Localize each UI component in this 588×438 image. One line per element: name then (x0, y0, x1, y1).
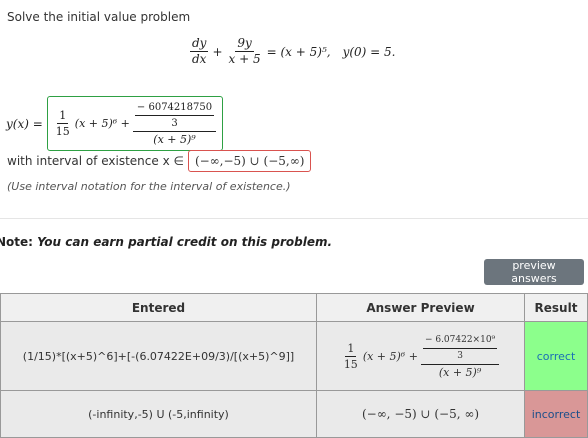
interval-answer-box[interactable]: (−∞,−5) ∪ (−5,∞) (187, 150, 312, 172)
term1-numerator: 1 (57, 109, 69, 124)
term2-numerator: − 6074218750 3 (132, 100, 217, 132)
section-divider (0, 218, 588, 219)
preview-a-rest: (x + 5)⁶ + (362, 349, 418, 363)
preview-cell: 1 15 (x + 5)⁶ + − 6.07422×10⁹ 3 (x + 5)⁹ (316, 321, 525, 391)
interval-label: with interval of existence x ∈ (7, 154, 184, 168)
preview-math: 1 15 (x + 5)⁶ + − 6.07422×10⁹ 3 (x + 5)⁹ (342, 333, 500, 380)
term1-rest: (x + 5)⁶ + (74, 117, 130, 130)
dx-denominator: dx (192, 52, 207, 66)
preview-b-top: − 6.07422×10⁹ (422, 333, 498, 349)
table-row: (1/15)*[(x+5)^6]+[-(6.07422E+09/3)/[(x+5… (0, 321, 588, 391)
preview-b-mid: 3 (457, 350, 463, 361)
plus-sign: + (212, 44, 223, 59)
preview-b-fraction: − 6.07422×10⁹ 3 (x + 5)⁹ (420, 333, 500, 380)
entered-cell: (-infinity,-5) U (-5,infinity) (0, 390, 317, 438)
term2-numerator-bottom: 3 (171, 118, 178, 129)
note-text: You can earn partial credit on this prob… (37, 235, 333, 249)
header-entered: Entered (0, 293, 317, 322)
niney-numerator: 9y (235, 36, 254, 52)
initial-condition: y(0) = 5. (342, 44, 396, 59)
preview-answers-button[interactable]: preview answers (484, 259, 584, 285)
interval-hint: (Use interval notation for the interval … (7, 180, 291, 193)
ode-rhs: = (x + 5)⁵, (266, 44, 331, 59)
preview-cell: (−∞, −5) ∪ (−5, ∞) (316, 390, 525, 438)
one-fifteenth-fraction: 1 15 (54, 108, 72, 139)
term1-denominator: 15 (55, 125, 70, 138)
header-answer-preview: Answer Preview (316, 293, 525, 322)
ode-equation: dy dx + 9y x + 5 = (x + 5)⁵, y(0) = 5. (190, 36, 396, 67)
preview-a-num: 1 (345, 341, 357, 357)
note-prefix: Note: (0, 235, 33, 249)
preview-b-num: − 6.07422×10⁹ 3 (420, 333, 500, 365)
table-row: (-infinity,-5) U (-5,infinity) (−∞, −5) … (0, 390, 588, 438)
preview-a-fraction: 1 15 (342, 341, 360, 372)
xplus5-denominator: x + 5 (228, 52, 261, 66)
term2-fraction: − 6074218750 3 (x + 5)⁹ (132, 100, 217, 147)
partial-credit-note: Note: You can earn partial credit on thi… (0, 235, 332, 249)
niney-fraction: 9y x + 5 (227, 36, 263, 67)
interval-line: with interval of existence x ∈ (−∞,−5) ∪… (7, 150, 312, 172)
preview-a-den: 15 (343, 357, 358, 371)
term2-numerator-top: − 6074218750 (134, 100, 215, 116)
result-incorrect-cell: incorrect (524, 390, 588, 438)
term2-denominator: (x + 5)⁹ (153, 133, 196, 146)
header-result: Result (524, 293, 588, 322)
entered-cell: (1/15)*[(x+5)^6]+[-(6.07422E+09/3)/[(x+5… (0, 321, 317, 391)
results-table: Entered Answer Preview Result (1/15)*[(x… (0, 293, 588, 438)
problem-prompt: Solve the initial value problem (7, 10, 191, 24)
dy-numerator: dy (190, 36, 209, 52)
preview-b-den: (x + 5)⁹ (438, 365, 482, 379)
solution-answer-box[interactable]: 1 15 (x + 5)⁶ + − 6074218750 3 (x + 5)⁹ (46, 96, 224, 151)
results-header-row: Entered Answer Preview Result (0, 293, 588, 322)
result-correct-cell: correct (524, 321, 588, 391)
answer-line: y(x) = 1 15 (x + 5)⁶ + − 6074218750 3 (x… (6, 96, 224, 151)
y-label: y(x) = (6, 116, 43, 131)
dy-dx-fraction: dy dx (190, 36, 209, 67)
